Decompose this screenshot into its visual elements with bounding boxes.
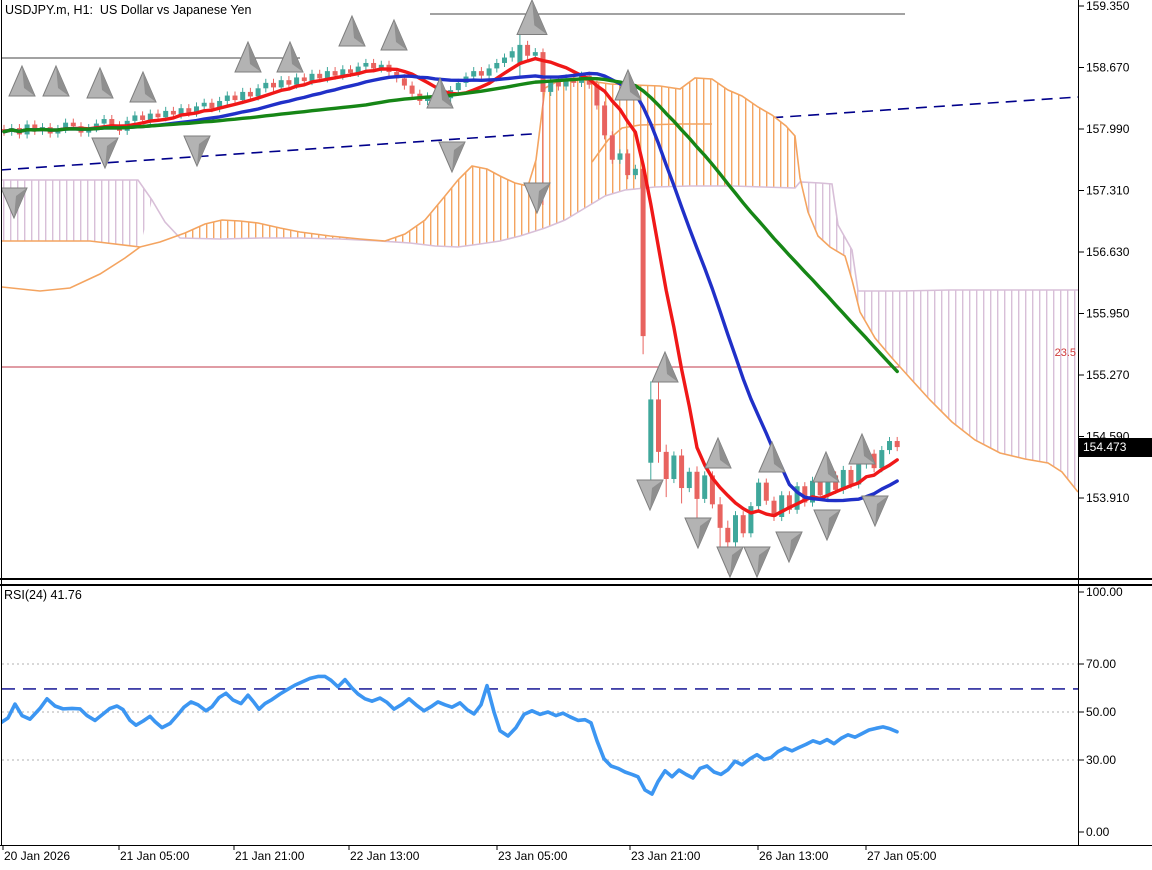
rsi-plot-area[interactable]: [2, 586, 1078, 845]
rsi-axis[interactable]: [1078, 586, 1152, 845]
price-axis[interactable]: [1078, 0, 1152, 578]
main-plot-area[interactable]: [2, 0, 1078, 578]
panel-splitter[interactable]: [0, 578, 1152, 586]
time-axis[interactable]: [0, 845, 1152, 870]
trading-chart-window: 159.350158.670157.990157.310156.630155.9…: [0, 0, 1152, 870]
